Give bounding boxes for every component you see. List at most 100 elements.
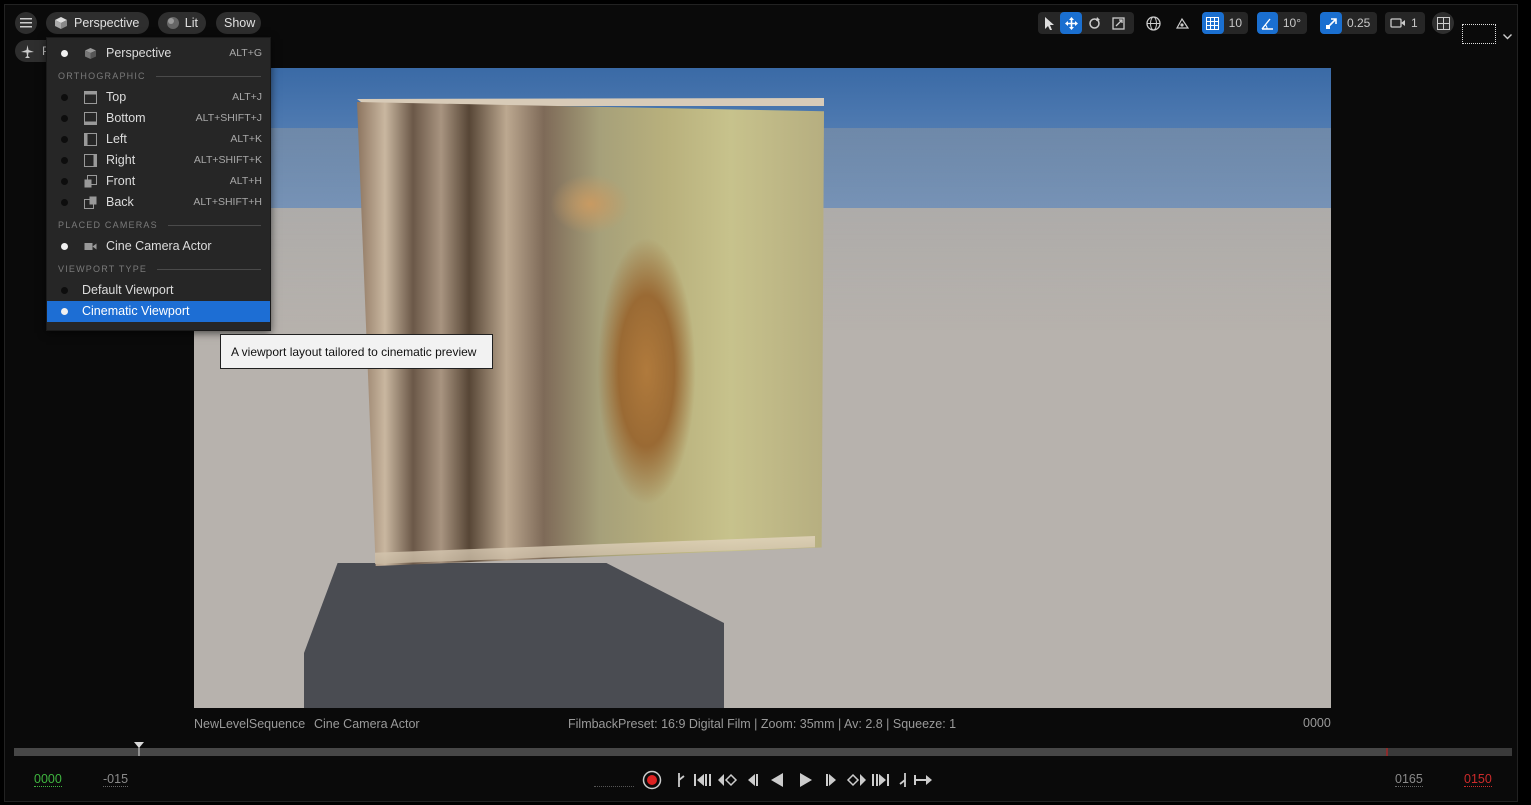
- camera-speed-icon: [1390, 18, 1405, 28]
- bracket-left-icon: [678, 773, 685, 787]
- step-to-end-button[interactable]: [869, 770, 891, 790]
- view-mode-menu: Perspective ALT+G ORTHOGRAPHIC Top ALT+J…: [46, 37, 271, 331]
- end-marker: [1386, 748, 1388, 756]
- scene-viewport[interactable]: [194, 68, 1331, 708]
- menu-item-top[interactable]: Top ALT+J: [47, 87, 270, 108]
- scale-icon: [1111, 16, 1125, 30]
- jump-to-end-button[interactable]: [896, 770, 910, 790]
- cursor-icon: [1044, 16, 1054, 30]
- step-forward-button[interactable]: [822, 770, 842, 790]
- menu-item-perspective[interactable]: Perspective ALT+G: [47, 43, 270, 64]
- translate-tool-button[interactable]: [1060, 12, 1082, 34]
- playhead-handle[interactable]: [134, 742, 144, 759]
- view-start-field[interactable]: -015: [103, 772, 129, 787]
- frame-rate-field[interactable]: [594, 786, 634, 787]
- menu-item-back[interactable]: Back ALT+SHIFT+H: [47, 192, 270, 213]
- layout-grid-icon: [1436, 16, 1450, 30]
- view-top-icon: [84, 91, 97, 104]
- view-bottom-icon: [84, 112, 97, 125]
- surface-snap-button[interactable]: [1171, 12, 1193, 34]
- filmback-info: FilmbackPreset: 16:9 Digital Film | Zoom…: [568, 717, 957, 731]
- scale-snap-group[interactable]: 0.25: [1320, 12, 1377, 34]
- view-front-icon: [84, 175, 97, 188]
- scale-snap-toggle[interactable]: [1320, 12, 1342, 34]
- step-to-start-button[interactable]: [692, 770, 714, 790]
- view-right-icon: [84, 154, 97, 167]
- hamburger-menu-button[interactable]: [15, 12, 37, 34]
- camera-name: Cine Camera Actor: [314, 717, 420, 731]
- loop-mode-button[interactable]: [912, 770, 934, 790]
- radio-selected: [61, 50, 68, 57]
- record-icon: [642, 770, 662, 790]
- move-arrows-icon: [1064, 16, 1078, 30]
- cube-icon: [55, 17, 67, 29]
- play-icon: [800, 773, 812, 787]
- menu-icon: [20, 18, 32, 28]
- menu-item-cinematic-viewport[interactable]: Cinematic Viewport: [47, 301, 270, 322]
- show-label: Show: [224, 16, 256, 30]
- next-key-button[interactable]: [844, 770, 868, 790]
- step-back-icon: [748, 774, 758, 786]
- view-mode-label: Perspective: [74, 16, 140, 30]
- camera-icon: [84, 243, 97, 250]
- step-forward-icon: [826, 774, 836, 786]
- sequence-name: NewLevelSequence: [194, 717, 306, 731]
- step-back-button[interactable]: [742, 770, 762, 790]
- lighting-button[interactable]: Lit: [158, 12, 206, 34]
- skip-forward-icon: [872, 774, 889, 786]
- world-space-button[interactable]: [1142, 12, 1164, 34]
- current-frame: 0000: [1303, 716, 1331, 730]
- globe-icon: [1145, 15, 1161, 31]
- menu-item-bottom[interactable]: Bottom ALT+SHIFT+J: [47, 108, 270, 129]
- menu-item-front[interactable]: Front ALT+H: [47, 171, 270, 192]
- arrow-right-icon: [914, 775, 932, 785]
- play-button[interactable]: [796, 770, 816, 790]
- scale-tool-button[interactable]: [1106, 12, 1130, 34]
- view-end-field[interactable]: 0165: [1395, 772, 1423, 787]
- jump-to-start-button[interactable]: [674, 770, 688, 790]
- surface-snap-icon: [1175, 17, 1189, 29]
- section-placed-cameras: PLACED CAMERAS: [58, 218, 261, 232]
- textured-cube[interactable]: [357, 96, 824, 566]
- menu-item-left[interactable]: Left ALT+K: [47, 129, 270, 150]
- bracket-right-icon: [899, 773, 906, 787]
- grid-snap-toggle[interactable]: [1202, 12, 1224, 34]
- rotation-snap-value: 10°: [1282, 16, 1301, 30]
- camera-speed-value: 1: [1411, 16, 1418, 30]
- timeline-scrubber[interactable]: [14, 748, 1512, 756]
- transform-tools: [1038, 12, 1134, 34]
- show-button[interactable]: Show: [216, 12, 261, 34]
- rotation-snap-group[interactable]: 10°: [1257, 12, 1307, 34]
- view-left-icon: [84, 133, 97, 146]
- rotate-icon: [1088, 16, 1100, 29]
- rotation-snap-toggle[interactable]: [1257, 12, 1278, 34]
- prev-key-button[interactable]: [716, 770, 740, 790]
- skip-back-icon: [694, 774, 711, 786]
- scale-snap-icon: [1325, 17, 1337, 29]
- maximize-viewport-button[interactable]: [1462, 24, 1496, 44]
- next-key-icon: [846, 773, 866, 787]
- prev-key-icon: [718, 773, 738, 787]
- grid-snap-value: 10: [1228, 16, 1242, 30]
- plane-icon: [21, 44, 34, 58]
- rotate-tool-button[interactable]: [1082, 12, 1106, 34]
- grid-icon: [1206, 16, 1220, 30]
- grid-snap-group[interactable]: 10: [1202, 12, 1248, 34]
- end-frame-field[interactable]: 0150: [1464, 772, 1492, 787]
- select-tool-button[interactable]: [1038, 12, 1060, 34]
- scale-snap-value: 0.25: [1347, 16, 1371, 30]
- section-orthographic: ORTHOGRAPHIC: [58, 69, 261, 83]
- menu-item-default-viewport[interactable]: Default Viewport: [47, 280, 270, 301]
- viewport-layout-button[interactable]: [1432, 12, 1454, 34]
- menu-item-right[interactable]: Right ALT+SHIFT+K: [47, 150, 270, 171]
- view-mode-button[interactable]: Perspective: [46, 12, 149, 34]
- chevron-down-icon[interactable]: [1503, 29, 1512, 43]
- menu-item-cine-camera[interactable]: Cine Camera Actor: [47, 236, 270, 257]
- camera-speed-button[interactable]: 1: [1385, 12, 1425, 34]
- section-viewport-type: VIEWPORT TYPE: [58, 262, 261, 276]
- play-reverse-icon: [771, 773, 783, 787]
- lit-sphere-icon: [167, 17, 179, 29]
- play-reverse-button[interactable]: [767, 770, 787, 790]
- start-frame-field[interactable]: 0000: [34, 772, 62, 787]
- record-button[interactable]: [640, 770, 664, 790]
